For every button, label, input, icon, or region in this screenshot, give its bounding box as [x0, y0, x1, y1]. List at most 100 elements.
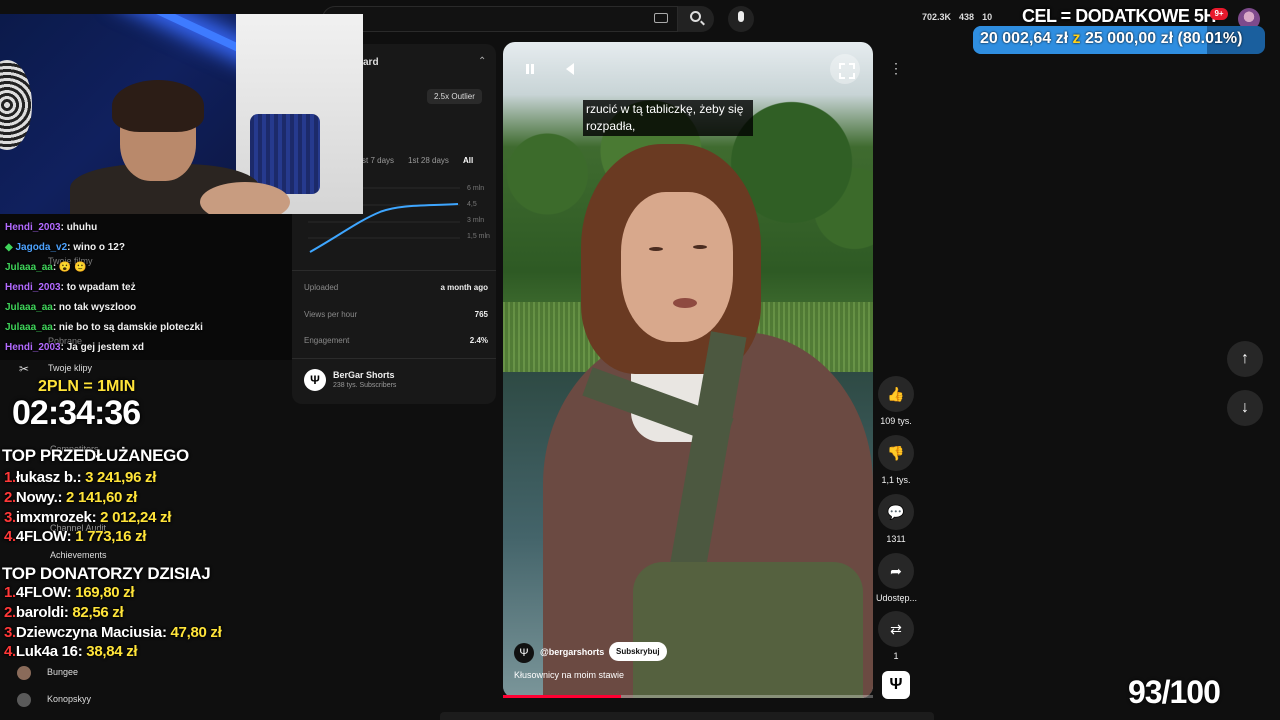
extra-stat: 10: [982, 12, 993, 22]
search-icon: [690, 11, 701, 22]
stream-stats: 702.3K 438 10: [922, 12, 992, 22]
channel-avatar[interactable]: Ψ: [304, 369, 326, 391]
rank-name: 4FLOW:: [15, 528, 76, 545]
stat-row-uploaded: Uploaded a month ago: [304, 283, 488, 292]
fullscreen-icon[interactable]: [830, 54, 860, 84]
rank-amount: 38,84 zł: [86, 643, 138, 660]
like-button[interactable]: 👍 109 tys.: [876, 376, 916, 426]
video-waders: [633, 562, 863, 698]
sidebar-item-achievements[interactable]: Achievements: [50, 550, 107, 560]
tab-28-days[interactable]: 1st 28 days: [408, 156, 449, 165]
chat-text: : uhuhu: [60, 222, 98, 233]
share-button[interactable]: ➦ Udostęp...: [876, 553, 917, 603]
chat-message: Hendi_2003: uhuhu: [0, 222, 292, 242]
remix-icon[interactable]: ⇄: [878, 611, 914, 647]
chat-message: Hendi_2003: to wpadam też: [0, 282, 292, 302]
video-person-mouth: [673, 298, 697, 308]
pause-icon[interactable]: [523, 62, 537, 76]
rank-number: 1.: [4, 469, 16, 486]
outlier-badge: 2.5x Outlier: [427, 89, 482, 104]
rank-number: 2.: [4, 489, 16, 506]
video-title[interactable]: Kłusownicy na moim stawie: [514, 670, 624, 680]
channel-subscribers: 238 tys. Subscribers: [333, 382, 397, 389]
goal-title: CEL = DODATKOWE 5H: [1022, 6, 1216, 26]
more-options-icon[interactable]: ⋮: [884, 56, 908, 80]
stat-label: Uploaded: [304, 283, 339, 292]
rank-amount: 1 773,16 zł: [75, 528, 147, 545]
sidebar-sub-konopskyy[interactable]: Konopskyy: [47, 694, 91, 704]
chat-message: ◆ Jagoda_v2: wino o 12?: [0, 242, 292, 262]
sidebar-item-your-clips[interactable]: Twoje klipy: [48, 363, 92, 373]
y-tick: 6 mln: [467, 185, 485, 192]
comment-count: 1311: [886, 534, 906, 544]
chevron-up-icon[interactable]: ⌃: [478, 56, 486, 67]
stat-value: 765: [474, 310, 488, 319]
video-person-eye: [693, 245, 707, 249]
rank-name: Luk4a 16:: [15, 643, 87, 660]
thumbs-down-icon[interactable]: 👎: [878, 435, 914, 471]
top-extend-entry: 4.4FLOW: 1 773,16 zł: [4, 528, 146, 545]
comment-icon[interactable]: 💬: [878, 494, 914, 530]
dislike-button[interactable]: 👎 1,1 tys.: [876, 435, 916, 485]
chat-text: : 😮 🙂: [52, 262, 87, 273]
goal-joiner: z: [1072, 30, 1081, 47]
chat-text: : wino o 12?: [67, 242, 125, 253]
tab-7-days[interactable]: st 7 days: [362, 156, 394, 165]
chat-text: : Ja gej jestem xd: [60, 342, 144, 353]
search-input[interactable]: [322, 6, 678, 32]
like-count: 109 tys.: [880, 416, 912, 426]
shorts-video-player[interactable]: [503, 42, 873, 698]
channel-name[interactable]: BerGar Shorts: [333, 370, 395, 380]
chat-user: Hendi_2003: [5, 282, 61, 293]
avatar[interactable]: [17, 666, 31, 680]
chat-message: Hendi_2003: Ja gej jestem xd: [0, 342, 292, 362]
video-channel-handle[interactable]: @bergarshorts: [540, 647, 604, 657]
share-icon[interactable]: ➦: [878, 553, 914, 589]
keyboard-icon[interactable]: [654, 13, 668, 23]
thumbs-up-icon[interactable]: 👍: [878, 376, 914, 412]
rank-amount: 47,80 zł: [170, 624, 222, 641]
chat-message: Julaaa_aa: 😮 🙂: [0, 262, 292, 282]
goal-progress-text: 20 002,64 zł z 25 000,00 zł (80.01%): [980, 30, 1242, 48]
avatar[interactable]: [17, 693, 31, 707]
video-progress-bar[interactable]: [503, 695, 873, 698]
comments-button[interactable]: 💬 1311: [876, 494, 916, 544]
goal-current: 20 002,64 zł: [980, 30, 1069, 47]
diamond-badge-icon: ◆: [5, 242, 16, 253]
previous-short-button[interactable]: ↑: [1227, 341, 1263, 377]
chat-user: Julaaa_aa: [5, 302, 53, 313]
arrow-down-icon: ↓: [1241, 399, 1249, 416]
tab-all[interactable]: All: [463, 156, 473, 165]
shorts-counter: 93/100: [1128, 674, 1221, 710]
rank-name: baroldi:: [15, 604, 73, 621]
chat-user: Julaaa_aa: [5, 322, 53, 333]
chat-user: Julaaa_aa: [5, 262, 53, 273]
volume-icon[interactable]: [566, 63, 574, 75]
video-channel-avatar[interactable]: Ψ: [514, 643, 534, 663]
goal-target: 25 000,00 zł: [1084, 30, 1174, 47]
top-today-entry: 3.Dziewczyna Maciusia: 47,80 zł: [4, 624, 222, 641]
top-today-heading: TOP DONATORZY DZISIAJ: [2, 564, 211, 583]
rank-name: łukasz b.:: [15, 469, 86, 486]
chat-overlay: Hendi_2003: uhuhu ◆ Jagoda_v2: wino o 12…: [0, 222, 292, 362]
chat-text: : nie bo to są damskie ploteczki: [52, 322, 203, 333]
viewers-stat: 702.3K: [922, 12, 952, 22]
rank-name: Dziewczyna Maciusia:: [15, 624, 171, 641]
channel-thumbnail[interactable]: Ψ: [882, 671, 910, 699]
remix-button[interactable]: ⇄ 1: [876, 611, 916, 661]
sidebar-sub-bungee[interactable]: Bungee: [47, 667, 78, 677]
y-tick: 3 mln: [467, 217, 485, 224]
chat-message: Julaaa_aa: no tak wyszlooo: [0, 302, 292, 322]
next-short-button[interactable]: ↓: [1227, 390, 1263, 426]
rank-amount: 2 012,24 zł: [100, 509, 172, 526]
subscribe-button[interactable]: Subskrybuj: [609, 642, 667, 661]
rank-number: 4.: [4, 643, 16, 660]
stat-row-views-per-hour: Views per hour 765: [304, 310, 488, 319]
chat-user: Hendi_2003: [5, 342, 61, 353]
rank-name: Nowy.:: [15, 489, 67, 506]
rank-name: imxmrozek:: [15, 509, 101, 526]
top-extend-entry: 3.imxmrozek: 2 012,24 zł: [4, 509, 171, 526]
watching-stat: 438: [959, 12, 975, 22]
notification-badge[interactable]: 9+: [1210, 8, 1228, 20]
webcam-feed: [0, 14, 363, 214]
